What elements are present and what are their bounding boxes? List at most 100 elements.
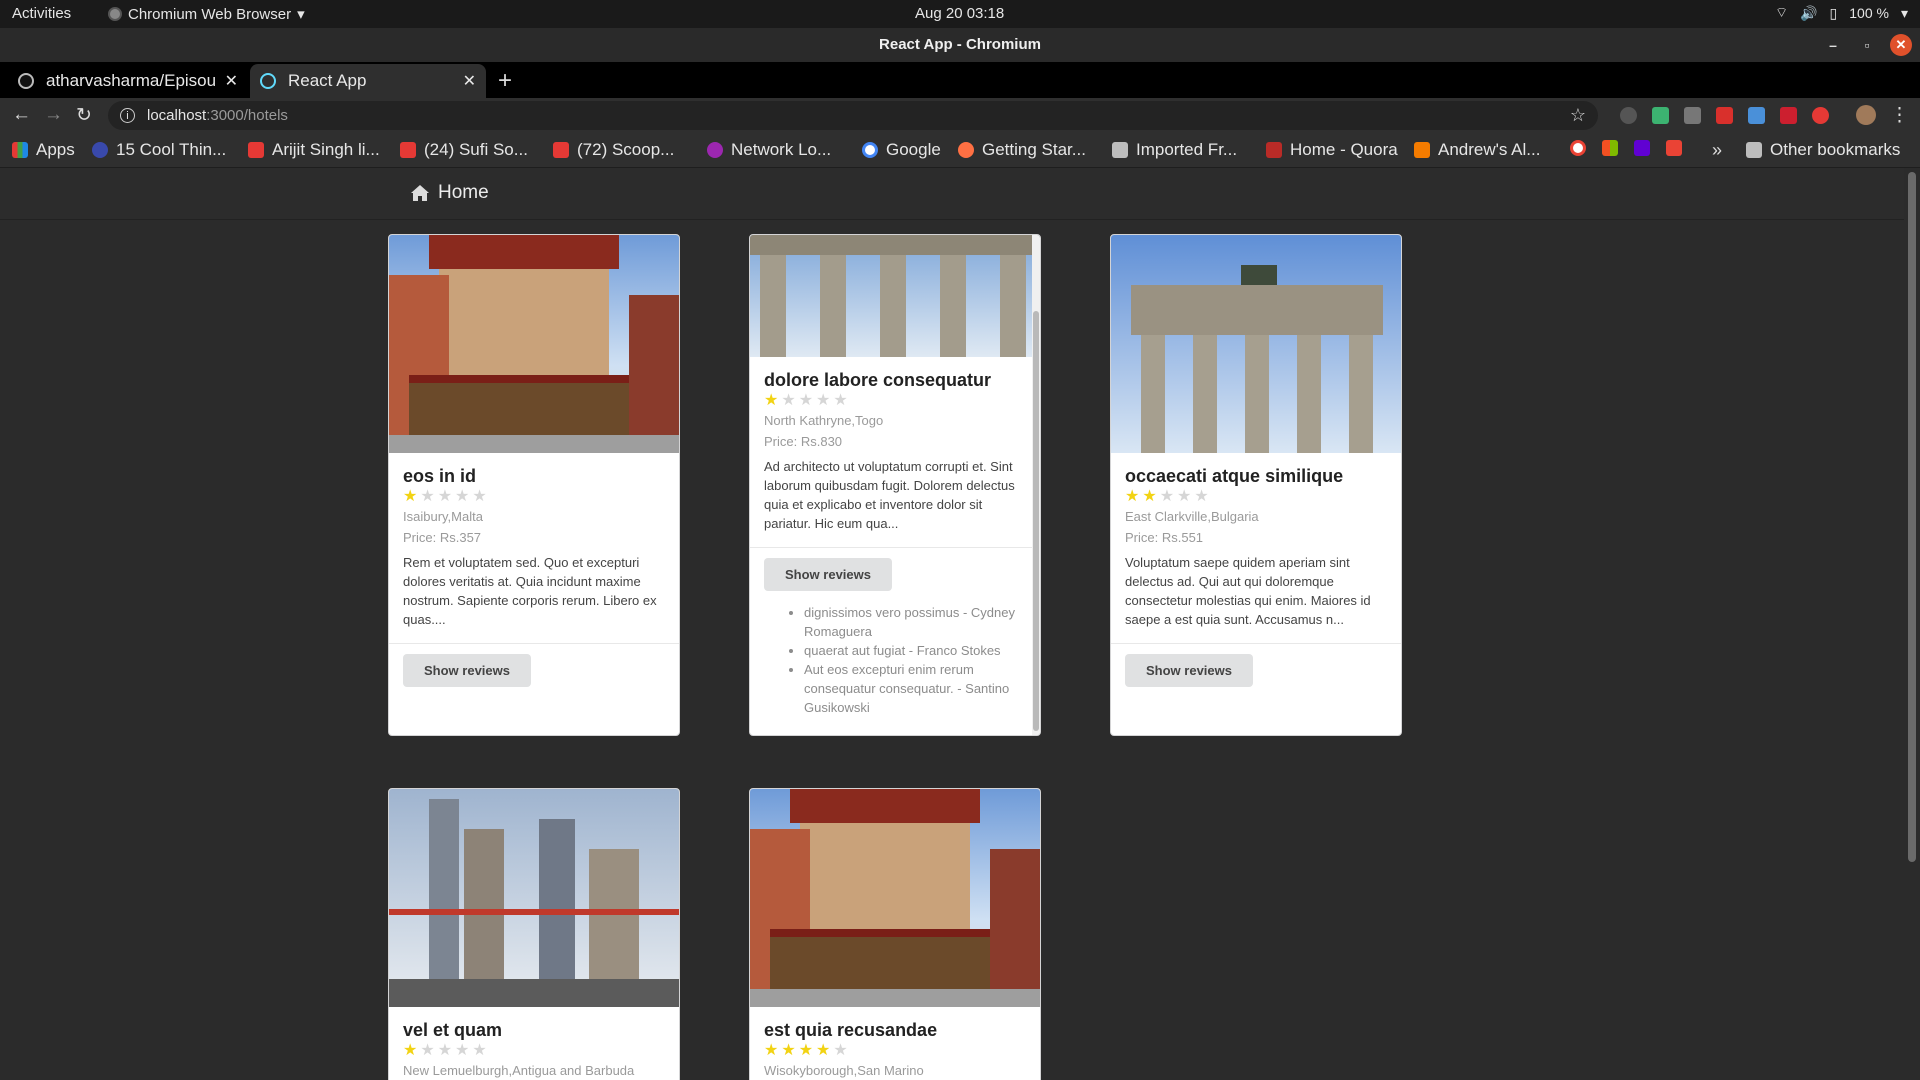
bookmark-apps[interactable]: Apps	[12, 140, 75, 160]
star-icon: ★	[798, 1042, 814, 1059]
activities-button[interactable]: Activities	[12, 5, 71, 22]
bookmark-label: (72) Scoop...	[577, 140, 675, 159]
hotel-image	[750, 789, 1040, 1007]
reviews-list: dignissimos vero possimus - Cydney Romag…	[750, 591, 1040, 717]
bookmark-label: Other bookmarks	[1770, 140, 1901, 159]
hotel-location: Isaibury,Malta	[403, 509, 483, 524]
star-icon: ★	[781, 1042, 796, 1059]
battery-percent: 100 %	[1849, 5, 1889, 21]
volume-icon: 🔊	[1800, 4, 1818, 21]
bookmark-item[interactable]: (72) Scoop...	[553, 140, 674, 160]
hotel-name[interactable]: dolore labore consequatur	[764, 369, 1026, 391]
hotel-location: North Kathryne,Togo	[764, 413, 884, 428]
gmail-icon[interactable]	[1666, 140, 1682, 156]
hotel-price: Price: Rs.830	[764, 434, 843, 449]
bookmark-item[interactable]: Getting Star...	[958, 140, 1086, 160]
firefox-icon	[958, 142, 974, 158]
more-bookmarks-chevron[interactable]: »	[1712, 140, 1722, 161]
star-icon: ★	[816, 392, 831, 409]
site-icon	[92, 142, 108, 158]
hotel-card: occaecati atque similique ★ ★ ★ ★ ★ East Cla…	[1110, 234, 1402, 736]
google-icon[interactable]	[1570, 140, 1586, 156]
youtube-icon	[248, 142, 264, 158]
star-icon: ★	[798, 392, 814, 409]
card-scrollbar[interactable]	[1032, 235, 1040, 735]
info-icon[interactable]: i	[120, 108, 135, 123]
react-icon	[260, 73, 276, 89]
home-label: Home	[438, 182, 489, 203]
extension-icon[interactable]	[1748, 107, 1765, 124]
menu-kebab-icon[interactable]: ⋮	[1890, 104, 1909, 127]
profile-avatar[interactable]	[1856, 105, 1876, 125]
app-menu[interactable]: Chromium Web Browser ▾	[108, 5, 305, 23]
star-rating: ★ ★ ★ ★ ★	[764, 1043, 1026, 1059]
card-scrollbar-thumb[interactable]	[1033, 311, 1039, 731]
bookmark-item[interactable]: Network Lo...	[707, 140, 831, 160]
bookmark-folder[interactable]: Imported Fr...	[1112, 140, 1237, 160]
reload-icon[interactable]: ↻	[76, 104, 92, 127]
tab-label: React App	[288, 71, 367, 90]
home-icon	[411, 185, 429, 201]
home-link[interactable]: Home	[410, 182, 489, 204]
hotel-description: Voluptatum saepe quidem aperiam sint del…	[1125, 555, 1371, 627]
system-top-bar: Activities Chromium Web Browser ▾ Aug 20…	[0, 0, 1920, 28]
star-icon: ★	[833, 392, 848, 409]
url-path: :3000/hotels	[206, 107, 288, 124]
star-icon: ★	[455, 488, 470, 505]
show-reviews-button[interactable]: Show reviews	[403, 654, 531, 687]
star-icon: ★	[472, 1042, 487, 1059]
bookmark-item[interactable]: (24) Sufi So...	[400, 140, 528, 160]
page-scrollbar[interactable]	[1904, 168, 1920, 1080]
address-bar[interactable]: i localhost:3000/hotels ☆	[108, 101, 1598, 130]
hotel-card: est quia recusandae ★ ★ ★ ★ ★ Wisokyborough,…	[749, 788, 1041, 1080]
yahoo-icon[interactable]	[1634, 140, 1650, 156]
hotel-name[interactable]: est quia recusandae	[764, 1019, 1026, 1041]
back-icon[interactable]: ←	[12, 104, 31, 126]
extension-icon[interactable]	[1620, 107, 1637, 124]
pocket-icon[interactable]	[1684, 107, 1701, 124]
hotel-name[interactable]: eos in id	[403, 465, 665, 487]
other-bookmarks[interactable]: Other bookmarks	[1746, 140, 1900, 160]
close-tab-icon[interactable]: ✕	[225, 71, 238, 91]
tab-label: atharvasharma/Episou	[46, 71, 217, 90]
hotel-name[interactable]: vel et quam	[403, 1019, 665, 1041]
extension-icon[interactable]	[1652, 107, 1669, 124]
close-tab-icon[interactable]: ✕	[463, 71, 476, 91]
extension-icon[interactable]	[1780, 107, 1797, 124]
clock[interactable]: Aug 20 03:18	[915, 5, 1004, 22]
bookmark-item[interactable]: Andrew's Al...	[1414, 140, 1540, 160]
bookmark-item[interactable]: Arijit Singh li...	[248, 140, 380, 160]
bookmark-item[interactable]: Google	[862, 140, 941, 160]
show-reviews-button[interactable]: Show reviews	[1125, 654, 1253, 687]
extension-icon[interactable]	[1812, 107, 1829, 124]
star-icon: ★	[420, 1042, 435, 1059]
hotel-description: Rem et voluptatem sed. Quo et excepturi …	[403, 555, 657, 627]
bookmark-item[interactable]: 15 Cool Thin...	[92, 140, 226, 160]
bookmark-star-icon[interactable]: ☆	[1570, 105, 1586, 126]
hotel-name[interactable]: occaecati atque similique	[1125, 465, 1387, 487]
minimize-icon[interactable]: –	[1822, 34, 1844, 56]
card-divider	[750, 547, 1040, 548]
hotel-price: Price: Rs.357	[403, 530, 482, 545]
maximize-icon[interactable]: ▫	[1856, 34, 1878, 56]
battery-icon: ▯	[1829, 4, 1838, 21]
show-reviews-button[interactable]: Show reviews	[764, 558, 892, 591]
app-navbar: Home	[0, 168, 1904, 220]
hotel-image	[389, 235, 679, 453]
blogger-icon	[1414, 142, 1430, 158]
extension-icon[interactable]	[1716, 107, 1733, 124]
microsoft-icon[interactable]	[1602, 140, 1618, 156]
bookmark-item[interactable]: Home - Quora	[1266, 140, 1398, 160]
forward-icon[interactable]: →	[44, 104, 63, 126]
page-scrollbar-thumb[interactable]	[1908, 172, 1916, 862]
browser-toolbar: ← → ↻ i localhost:3000/hotels ☆ ⋮	[0, 98, 1920, 134]
tab-github[interactable]: atharvasharma/Episou ✕	[8, 64, 248, 98]
tab-react-app[interactable]: React App ✕	[250, 64, 486, 98]
hotel-location: East Clarkville,Bulgaria	[1125, 509, 1259, 524]
umbrella-icon	[707, 142, 723, 158]
system-tray[interactable]: ⌔ 🔊 ▯ 100 % ▾	[1775, 4, 1908, 22]
new-tab-button[interactable]: +	[498, 67, 512, 95]
app-menu-label: Chromium Web Browser	[128, 5, 292, 23]
close-window-icon[interactable]: ✕	[1890, 34, 1912, 56]
hotel-image	[750, 235, 1040, 357]
